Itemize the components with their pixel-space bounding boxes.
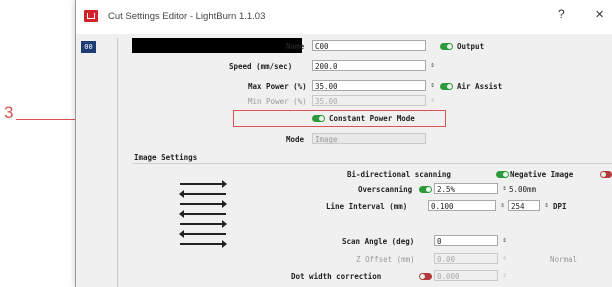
z-offset-field: 0.00 [434,253,498,264]
layer-tab-label: 00 [84,43,93,51]
dot-width-field: 0.000 [434,270,498,281]
scan-arrow-left-icon [179,210,226,218]
overscanning-label: Overscanning [358,185,413,194]
min-power-spinner: ⇕ [430,96,435,104]
name-field[interactable]: C00 [312,40,426,51]
constant-power-label: Constant Power Mode [329,114,415,123]
negative-image-label: Negative Image [510,170,574,179]
window-title: Cut Settings Editor - LightBurn 1.1.03 [108,11,266,22]
z-offset-label: Z Offset (mm) [356,255,415,264]
speed-field[interactable]: 200.0 [312,60,426,71]
overscanning-spinner[interactable]: ⇕ [501,183,508,194]
z-offset-spinner: ⇕ [502,254,507,262]
mode-label: Mode [286,135,305,144]
cut-settings-window: Cut Settings Editor - LightBurn 1.1.03 ?… [75,0,612,287]
bidirectional-toggle[interactable] [496,171,509,178]
scan-arrow-left-icon [179,230,226,238]
name-label: Name [286,42,305,51]
dpi-spinner[interactable]: ⇕ [543,200,550,211]
output-toggle[interactable] [440,43,453,50]
overscanning-distance: 5.00mm [509,185,537,194]
mode-select[interactable]: Image [312,133,426,144]
dot-width-toggle[interactable] [419,273,432,280]
scan-arrow-right-icon [180,220,227,228]
overscanning-field[interactable]: 2.5% [434,183,498,194]
dpi-field[interactable]: 254 [508,200,540,211]
image-settings-divider [132,163,612,164]
negative-image-toggle[interactable] [600,171,612,178]
scan-arrow-right-icon [180,240,227,248]
output-label: Output [457,42,485,51]
speed-spinner[interactable]: ⇕ [429,60,436,71]
constant-power-toggle[interactable] [312,115,325,122]
scan-arrow-right-icon [180,200,227,208]
scan-arrow-left-icon [179,190,226,198]
scan-angle-spinner[interactable]: ⇕ [501,235,508,246]
scan-angle-field[interactable]: 0 [434,235,498,246]
max-power-spinner[interactable]: ⇕ [429,80,436,91]
max-power-field[interactable]: 35.00 [312,80,426,91]
callout-number: 3 [4,103,14,122]
help-button[interactable]: ? [558,7,565,21]
overscanning-toggle[interactable] [419,186,432,193]
max-power-label: Max Power (%) [248,82,307,91]
layer-tab[interactable]: 00 [81,41,96,53]
layer-color-bar [132,38,302,53]
line-interval-field[interactable]: 0.100 [428,200,496,211]
dpi-label: DPI [553,202,567,211]
dot-width-spinner: ⇕ [502,271,507,279]
bidirectional-label: Bi-directional scanning [347,170,451,179]
dot-width-label: Dot width correction [291,272,382,281]
air-assist-label: Air Assist [457,82,503,91]
line-interval-label: Line Interval (mm) [326,202,408,211]
scan-angle-label: Scan Angle (deg) [342,237,415,246]
air-assist-toggle[interactable] [440,83,453,90]
close-button[interactable]: ✕ [595,8,604,21]
z-offset-mode: Normal [550,255,578,264]
min-power-field: 35.00 [312,95,426,106]
speed-label: Speed (mm/sec) [229,62,293,71]
sidebar-divider [117,38,118,287]
image-settings-header: Image Settings [134,153,198,162]
scan-arrow-right-icon [180,180,227,188]
title-bar: Cut Settings Editor - LightBurn 1.1.03 ?… [76,0,612,34]
lightburn-logo-icon [84,10,98,22]
min-power-label: Min Power (%) [248,97,307,106]
line-interval-spinner[interactable]: ⇕ [499,200,506,211]
